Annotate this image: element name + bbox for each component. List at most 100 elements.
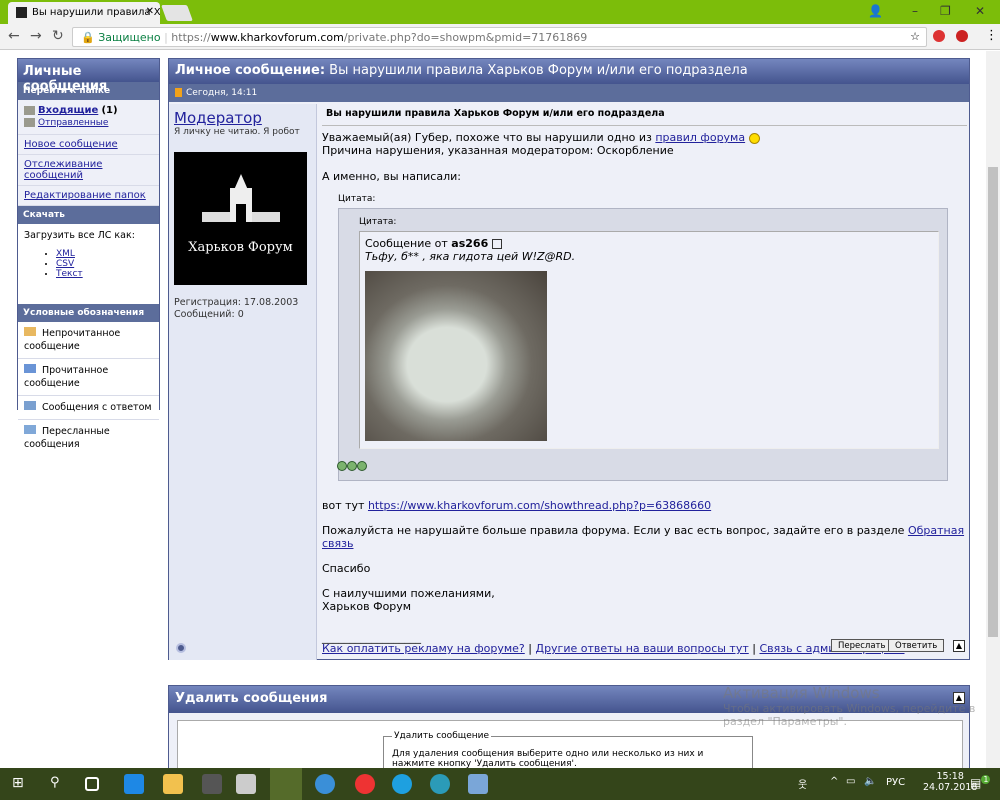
windows-start-icon[interactable]: ⊞	[12, 775, 24, 791]
outer-quote: Цитата: Сообщение от as266 Тьфу, б** , я…	[337, 208, 948, 481]
avatar: Харьков Форум	[174, 152, 307, 285]
unread-message-icon	[24, 327, 36, 336]
profile-icon[interactable]: 👤	[868, 4, 883, 18]
signature-text: Харьков Форум	[322, 600, 412, 613]
inbox-count: (1)	[101, 105, 118, 116]
browser-titlebar: Вы нарушили правила X ✕ 👤 – ❐ ✕	[0, 0, 1000, 24]
new-tab-button[interactable]	[161, 5, 193, 21]
pm-sidebar: Личные сообщения Перейти к папке Входящи…	[17, 58, 160, 456]
forwarded-message-icon	[24, 425, 36, 434]
browser-icon[interactable]	[430, 774, 450, 794]
notifications-icon[interactable]: ▤ 1	[970, 775, 991, 790]
url-path: /private.php?do=showpm&pmid=71761869	[343, 31, 588, 44]
store-icon[interactable]	[202, 774, 222, 794]
new-message-link[interactable]: Новое сообщение	[24, 139, 118, 150]
title-text: Вы нарушили правила Харьков Форум и/или …	[329, 63, 748, 78]
download-label: Загрузить все ЛС как:	[24, 230, 135, 241]
watermark-text: Чтобы активировать Windows, перейдите в	[723, 702, 976, 715]
app-icon[interactable]	[468, 774, 488, 794]
quoted-image	[365, 271, 547, 441]
quote-from: Сообщение от	[365, 237, 452, 250]
message-subject: Вы нарушили правила Харьков Форум и/или …	[322, 104, 967, 126]
skype-icon[interactable]	[392, 774, 412, 794]
star-icon[interactable]: ☆	[910, 30, 920, 43]
download-csv-link[interactable]: CSV	[56, 259, 74, 269]
opera-icon[interactable]	[355, 774, 375, 794]
close-window-button[interactable]: ✕	[975, 4, 985, 18]
explorer-icon[interactable]	[163, 774, 183, 794]
regards-text: С наилучшими пожеланиями,	[322, 587, 495, 600]
people-icon[interactable]: 웃	[798, 776, 807, 791]
quote-text: Тьфу, б** , яка гидота цей W!Z@RD.	[365, 250, 576, 263]
lock-icon: 🔒	[81, 31, 99, 44]
search-icon[interactable]: ⚲	[50, 775, 60, 790]
message-status-icon	[175, 88, 182, 97]
title-prefix: Личное сообщение:	[175, 63, 326, 78]
scrollbar[interactable]	[986, 51, 1000, 768]
reload-icon[interactable]: ↻	[52, 28, 64, 44]
building-logo-icon	[202, 174, 280, 222]
inner-quote-label: Цитата:	[359, 217, 397, 227]
menu-icon[interactable]: ⋮	[985, 28, 998, 43]
url-domain: www.kharkovforum.com	[210, 31, 344, 44]
chrome-taskbar-button[interactable]	[270, 768, 302, 800]
maximize-button[interactable]: ❐	[940, 4, 951, 18]
download-text-link[interactable]: Текст	[56, 269, 83, 279]
forward-button[interactable]: Переслать	[831, 639, 893, 652]
address-bar[interactable]: 🔒 Защищено | https://www.kharkovforum.co…	[72, 27, 927, 47]
task-view-icon[interactable]	[85, 777, 99, 791]
legend-unread: Непрочитанное сообщение	[24, 328, 121, 352]
scroll-top-icon[interactable]: ▲	[953, 640, 965, 652]
taskbar: ⊞ ⚲ 웃 ^ ▭ 🔈 РУС 15:18 24.07.2018 ▤ 1	[0, 768, 1000, 800]
extension-icon[interactable]	[956, 30, 968, 42]
here-text: вот тут	[322, 499, 368, 512]
secure-label: Защищено	[98, 31, 161, 44]
forward-icon[interactable]: →	[30, 28, 42, 44]
author-info: Модератор Я личку не читаю. Я робот Харь…	[169, 104, 317, 660]
message-date: Сегодня, 14:11	[186, 88, 258, 98]
view-post-icon[interactable]	[491, 239, 502, 249]
message-title: Личное сообщение: Вы нарушили правила Ха…	[169, 59, 969, 84]
ad-payment-link[interactable]: Как оплатить рекламу на форуме?	[322, 642, 525, 655]
download-xml-link[interactable]: XML	[56, 249, 75, 259]
browser-tab[interactable]: Вы нарушили правила X ✕	[8, 2, 160, 24]
sent-link[interactable]: Отправленные	[38, 118, 108, 128]
mail-icon[interactable]	[236, 774, 256, 794]
smilies-icon	[337, 461, 367, 474]
message-date-bar: Сегодня, 14:11	[169, 84, 969, 102]
please-text: Пожалуйста не нарушайте больше правила ф…	[322, 524, 908, 537]
extension-icon[interactable]	[933, 30, 945, 42]
language-indicator[interactable]: РУС	[886, 777, 905, 788]
watermark-title: Активация Windows	[723, 684, 880, 702]
url-scheme: https://	[171, 31, 211, 44]
legend-header: Условные обозначения	[18, 304, 159, 322]
edit-folders-link[interactable]: Редактирование папок	[24, 190, 146, 201]
sidebar-title: Личные сообщения	[18, 59, 159, 94]
author-title: Я личку не читаю. Я робот	[174, 127, 300, 137]
greeting-text: Уважаемый(ая) Губер, похоже что вы наруш…	[322, 131, 656, 144]
track-messages-link[interactable]: Отслеживание сообщений	[24, 159, 102, 181]
network-icon[interactable]: ▭	[846, 776, 855, 787]
notification-count: 1	[981, 775, 991, 784]
replied-message-icon	[24, 401, 36, 410]
reply-button[interactable]: Ответить	[888, 639, 945, 652]
windows-activation-watermark: Активация Windows Чтобы активировать Win…	[723, 684, 975, 728]
edge-icon[interactable]	[124, 774, 144, 794]
qbittorrent-icon[interactable]	[315, 774, 335, 794]
back-icon[interactable]: ←	[8, 28, 20, 44]
thread-link[interactable]: https://www.kharkovforum.com/showthread.…	[368, 499, 711, 512]
inbox-link[interactable]: Входящие	[38, 105, 98, 116]
message-body: Вы нарушили правила Харьков Форум и/или …	[322, 104, 967, 655]
minimize-button[interactable]: –	[912, 4, 918, 18]
rules-link[interactable]: правил форума	[655, 131, 745, 144]
scrollbar-thumb[interactable]	[988, 167, 998, 637]
author-name[interactable]: Модератор	[174, 109, 311, 127]
close-tab-icon[interactable]: ✕	[146, 6, 154, 17]
delete-instructions: Для удаления сообщения выберите одно или…	[392, 749, 704, 769]
volume-icon[interactable]: 🔈	[864, 776, 876, 787]
thanks-text: Спасибо	[322, 562, 371, 575]
tray-expand-icon[interactable]: ^	[830, 776, 838, 787]
other-answers-link[interactable]: Другие ответы на ваши вопросы тут	[535, 642, 748, 655]
delete-legend: Удалить сообщение	[394, 731, 490, 741]
tab-title: Вы нарушили правила X	[32, 7, 160, 18]
